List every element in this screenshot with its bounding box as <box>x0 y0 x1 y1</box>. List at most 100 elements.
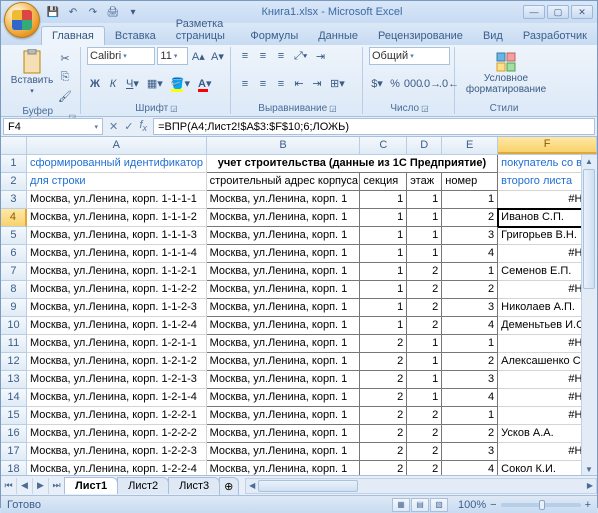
cell[interactable]: Москва, ул.Ленина, корп. 1-1-2-3 <box>27 299 207 317</box>
cell[interactable]: 3 <box>442 299 498 317</box>
cell[interactable]: 1 <box>360 191 407 209</box>
tab-developer[interactable]: Разработчик <box>513 27 597 45</box>
vertical-scrollbar[interactable]: ▲ ▼ <box>581 155 597 475</box>
select-all-button[interactable] <box>1 137 27 154</box>
wrap-text-button[interactable]: ⇥ <box>312 47 328 65</box>
scroll-right-icon[interactable]: ▶ <box>584 479 596 493</box>
cell[interactable]: Москва, ул.Ленина, корп. 1 <box>207 317 361 335</box>
cell[interactable]: Москва, ул.Ленина, корп. 1-1-1-4 <box>27 245 207 263</box>
cell-merged-title[interactable]: учет строительства (данные из 1С Предпри… <box>207 155 499 173</box>
cell[interactable]: 2 <box>360 335 407 353</box>
scroll-up-icon[interactable]: ▲ <box>582 155 596 167</box>
cell[interactable]: сформированный идентификатор для строки <box>27 155 207 173</box>
zoom-slider[interactable] <box>501 503 581 507</box>
col-header-a[interactable]: A <box>27 137 207 154</box>
cell[interactable]: Москва, ул.Ленина, корп. 1 <box>207 353 361 371</box>
cell[interactable]: Москва, ул.Ленина, корп. 1-1-2-4 <box>27 317 207 335</box>
vscroll-thumb[interactable] <box>583 169 595 289</box>
tab-nav-last-icon[interactable]: ⏭ <box>49 478 65 494</box>
cell[interactable]: 1 <box>407 335 442 353</box>
cell[interactable]: 2 <box>442 281 498 299</box>
cell[interactable]: Москва, ул.Ленина, корп. 1 <box>207 335 361 353</box>
cell[interactable]: Москва, ул.Ленина, корп. 1-1-1-2 <box>27 209 207 227</box>
scroll-down-icon[interactable]: ▼ <box>582 463 596 475</box>
cell[interactable]: Москва, ул.Ленина, корп. 1-2-1-1 <box>27 335 207 353</box>
cell[interactable]: Москва, ул.Ленина, корп. 1 <box>207 245 361 263</box>
cell[interactable]: Москва, ул.Ленина, корп. 1-1-2-2 <box>27 281 207 299</box>
cell[interactable]: Москва, ул.Ленина, корп. 1 <box>207 461 361 475</box>
tab-nav-first-icon[interactable]: ⏮ <box>1 478 17 494</box>
font-launcher-icon[interactable]: ◲ <box>170 104 178 113</box>
undo-icon[interactable]: ↶ <box>65 4 81 20</box>
tab-nav-next-icon[interactable]: ▶ <box>33 478 49 494</box>
cell[interactable]: Москва, ул.Ленина, корп. 1 <box>207 389 361 407</box>
cell[interactable]: 1 <box>407 191 442 209</box>
align-launcher-icon[interactable]: ◲ <box>329 104 337 113</box>
font-name-combo[interactable]: Calibri▾ <box>87 47 155 65</box>
row-header[interactable]: 3 <box>1 191 27 209</box>
cell[interactable]: 1 <box>407 353 442 371</box>
cell[interactable]: 1 <box>360 263 407 281</box>
cell[interactable]: 4 <box>442 317 498 335</box>
conditional-formatting-button[interactable]: Условное форматирование <box>461 47 551 99</box>
cell[interactable]: 2 <box>407 317 442 335</box>
tab-insert[interactable]: Вставка <box>105 27 166 45</box>
cell[interactable]: 2 <box>407 299 442 317</box>
percent-button[interactable]: % <box>387 75 403 93</box>
cell[interactable]: Москва, ул.Ленина, корп. 1 <box>207 425 361 443</box>
cell[interactable]: 3 <box>442 371 498 389</box>
format-painter-button[interactable]: 🖌 <box>55 87 75 105</box>
cell[interactable]: 1 <box>407 227 442 245</box>
print-preview-icon[interactable]: 🖨 <box>105 4 121 20</box>
cell[interactable]: 1 <box>442 191 498 209</box>
row-header[interactable]: 18 <box>1 461 27 475</box>
cell[interactable]: Москва, ул.Ленина, корп. 1-1-1-1 <box>27 191 207 209</box>
cell[interactable]: Москва, ул.Ленина, корп. 1-1-2-1 <box>27 263 207 281</box>
view-page-layout-button[interactable]: ▤ <box>411 498 429 512</box>
cell[interactable]: 1 <box>442 335 498 353</box>
cell[interactable]: 1 <box>407 389 442 407</box>
cell[interactable]: 1 <box>360 299 407 317</box>
shrink-font-button[interactable]: A▾ <box>209 47 226 65</box>
increase-decimal-button[interactable]: .0→ <box>423 75 439 93</box>
cell[interactable]: 4 <box>442 461 498 475</box>
tab-formulas[interactable]: Формулы <box>240 27 308 45</box>
italic-button[interactable]: К <box>105 75 121 93</box>
cell[interactable]: строительный адрес корпуса <box>207 173 361 191</box>
save-icon[interactable]: 💾 <box>45 4 61 20</box>
cell[interactable]: Москва, ул.Ленина, корп. 1 <box>207 371 361 389</box>
paste-button[interactable]: Вставить ▾ <box>9 47 55 99</box>
minimize-button[interactable]: ― <box>523 5 545 19</box>
col-header-b[interactable]: B <box>207 137 361 154</box>
increase-indent-button[interactable]: ⇥ <box>309 75 325 93</box>
hscroll-thumb[interactable] <box>258 480 358 492</box>
align-bottom-button[interactable]: ≡ <box>273 47 289 65</box>
tab-nav-prev-icon[interactable]: ◀ <box>17 478 33 494</box>
tab-view[interactable]: Вид <box>473 27 513 45</box>
tab-review[interactable]: Рецензирование <box>368 27 473 45</box>
enter-formula-icon[interactable]: ✓ <box>124 120 133 133</box>
row-header[interactable]: 1 <box>1 155 27 173</box>
row-header[interactable]: 7 <box>1 263 27 281</box>
cell[interactable]: Москва, ул.Ленина, корп. 1-2-1-2 <box>27 353 207 371</box>
row-header[interactable]: 2 <box>1 173 27 191</box>
new-sheet-button[interactable]: ⊕ <box>219 477 239 495</box>
office-button[interactable] <box>4 2 40 38</box>
bold-button[interactable]: Ж <box>87 75 103 93</box>
align-right-button[interactable]: ≡ <box>273 75 289 93</box>
cell[interactable]: Москва, ул.Ленина, корп. 1-2-2-4 <box>27 461 207 475</box>
cell[interactable]: 1 <box>360 209 407 227</box>
tab-page-layout[interactable]: Разметка страницы <box>166 15 241 45</box>
cell[interactable]: 3 <box>442 227 498 245</box>
cell[interactable]: 1 <box>360 227 407 245</box>
qat-dropdown-icon[interactable]: ▾ <box>125 4 141 20</box>
decrease-indent-button[interactable]: ⇤ <box>291 75 307 93</box>
font-color-button[interactable]: A▾ <box>195 75 214 93</box>
cell[interactable]: Москва, ул.Ленина, корп. 1-2-2-2 <box>27 425 207 443</box>
zoom-out-button[interactable]: − <box>490 499 496 511</box>
view-page-break-button[interactable]: ▧ <box>430 498 448 512</box>
font-size-combo[interactable]: 11▾ <box>157 47 187 65</box>
cell[interactable]: 2 <box>442 425 498 443</box>
row-header[interactable]: 11 <box>1 335 27 353</box>
col-header-d[interactable]: D <box>407 137 442 154</box>
